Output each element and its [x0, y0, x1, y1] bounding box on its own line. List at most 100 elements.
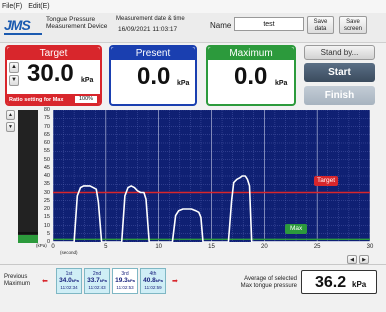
x-tick-label: 15	[208, 244, 215, 250]
max-line-tag: Max	[285, 224, 308, 234]
menu-file[interactable]: File(F)	[2, 3, 22, 10]
card-value-unit: kPa	[127, 278, 135, 283]
target-line-tag: Target	[314, 176, 339, 186]
y-tick-label: 5	[46, 230, 50, 237]
card-value-unit: kPa	[71, 278, 79, 283]
ratio-select[interactable]: 100%	[75, 96, 97, 103]
card-time: 11:02:59	[144, 285, 162, 290]
triangle-left-icon: ◀	[350, 257, 354, 263]
previous-max-card[interactable]: 1st 34.0kPa 11:02:34	[56, 268, 82, 294]
x-scroll-left-button[interactable]: ◀	[347, 255, 357, 264]
target-down-button[interactable]: ▼	[9, 75, 19, 86]
target-up-button[interactable]: ▲	[9, 62, 19, 73]
y-scroll-up-button[interactable]: ▲	[6, 110, 15, 120]
card-time: 11:02:53	[116, 285, 134, 290]
x-tick-label: 10	[155, 244, 162, 250]
app-name-line1: Tongue Pressure	[46, 16, 96, 23]
card-value: 19.3kPa	[113, 277, 137, 285]
target-unit: kPa	[81, 77, 94, 84]
standby-button[interactable]: Stand by...	[304, 45, 375, 60]
previous-max-card[interactable]: 2nd 33.7kPa 11:02:43	[84, 268, 110, 294]
x-tick-label: 20	[260, 244, 268, 250]
pressure-level-marker	[18, 232, 38, 234]
card-value-number: 33.7	[87, 277, 100, 284]
card-value-unit: kPa	[155, 278, 163, 283]
average-label: Average of selected Max tongue pressure	[223, 276, 297, 290]
y-tick-label: 45	[43, 164, 50, 171]
target-title: Target	[7, 47, 100, 60]
y-scroll-down-button[interactable]: ▼	[6, 122, 15, 132]
card-value: 34.0kPa	[57, 277, 81, 285]
average-label-2: Max tongue pressure	[240, 283, 297, 289]
y-tick-label: 30	[43, 189, 50, 196]
y-tick-label: 75	[43, 115, 50, 122]
name-label: Name	[210, 21, 232, 30]
present-unit: kPa	[177, 80, 190, 87]
y-tick-label: 60	[43, 140, 50, 146]
pressure-level-fill	[18, 235, 38, 243]
arrow-right-icon[interactable]: ➡	[172, 277, 178, 285]
previous-max-card[interactable]: 3rd 19.3kPa 11:02:53	[112, 268, 138, 294]
maximum-unit: kPa	[275, 80, 288, 87]
average-unit: kPa	[352, 280, 367, 289]
card-value-number: 40.8	[143, 277, 156, 284]
menu-bar: File(F) Edit(E)	[0, 0, 386, 13]
triangle-down-icon: ▼	[8, 124, 13, 130]
x-tick-label: 5	[104, 244, 108, 250]
maximum-panel: Maximum 0.0 kPa	[206, 45, 296, 106]
y-tick-label: 50	[43, 156, 50, 163]
y-tick-label: 40	[43, 173, 50, 179]
triangle-right-icon: ▶	[362, 257, 366, 263]
maximum-title: Maximum	[208, 47, 294, 60]
target-panel: Target 30.0 kPa Ratio setting for Max 10…	[5, 45, 102, 106]
finish-button[interactable]: Finish	[304, 86, 375, 105]
y-tick-label: 15	[43, 214, 50, 221]
y-tick-label: 70	[43, 123, 50, 130]
card-value-number: 34.0	[59, 277, 72, 284]
x-axis-labels: 0 5 10 15 20 25 30	[46, 244, 377, 254]
previous-maximum-label: Previous Maximum	[4, 274, 30, 288]
y-tick-label: 65	[43, 131, 50, 138]
card-time: 11:02:43	[88, 285, 106, 290]
measurement-datetime-label: Measurement date & time	[116, 16, 185, 22]
previous-label-1: Previous	[4, 274, 28, 280]
y-tick-label: 80	[43, 107, 50, 113]
previous-max-card[interactable]: 4th 40.8kPa 11:02:59	[140, 268, 166, 294]
target-value: 30.0	[27, 60, 74, 87]
save-data-button[interactable]: Save data	[307, 16, 334, 34]
average-label-1: Average of selected	[244, 276, 297, 282]
arrow-left-icon[interactable]: ⬅	[42, 277, 48, 285]
save-screen-button[interactable]: Save screen	[339, 16, 367, 34]
card-value: 33.7kPa	[85, 277, 109, 285]
y-tick-label: 55	[43, 148, 50, 155]
card-time: 11:02:34	[60, 285, 78, 290]
present-panel: Present 0.0 kPa	[109, 45, 197, 106]
menu-edit[interactable]: Edit(E)	[28, 3, 49, 10]
ratio-label: Ratio setting for Max	[9, 97, 64, 103]
maximum-value: 0.0	[234, 63, 268, 90]
present-value: 0.0	[137, 63, 171, 90]
y-tick-label: 25	[43, 197, 50, 204]
triangle-up-icon: ▲	[8, 112, 13, 118]
card-value: 40.8kPa	[141, 277, 165, 285]
present-title: Present	[111, 47, 195, 60]
name-field[interactable]: test	[234, 17, 304, 31]
logo-stripe	[4, 33, 42, 35]
average-value-box: 36.2 kPa	[301, 270, 377, 294]
save-data-label2: data	[314, 25, 327, 32]
measurement-datetime-value: 16/09/2021 11:03:17	[118, 26, 178, 33]
average-value: 36.2	[315, 274, 347, 291]
triangle-down-icon: ▼	[11, 77, 17, 83]
app-name: Tongue Pressure Measurement Device	[46, 16, 116, 30]
x-tick-label: 25	[313, 244, 321, 250]
y-tick-label: 20	[43, 206, 50, 212]
x-tick-label: 30	[366, 244, 374, 250]
pressure-level-bar	[18, 110, 38, 243]
x-scroll-right-button[interactable]: ▶	[359, 255, 369, 264]
y-tick-label: 35	[43, 181, 50, 188]
app-name-line2: Measurement Device	[46, 23, 108, 30]
save-screen-label2: screen	[343, 25, 362, 32]
card-value-unit: kPa	[99, 278, 107, 283]
start-button[interactable]: Start	[304, 63, 375, 82]
bottom-divider	[0, 264, 386, 265]
